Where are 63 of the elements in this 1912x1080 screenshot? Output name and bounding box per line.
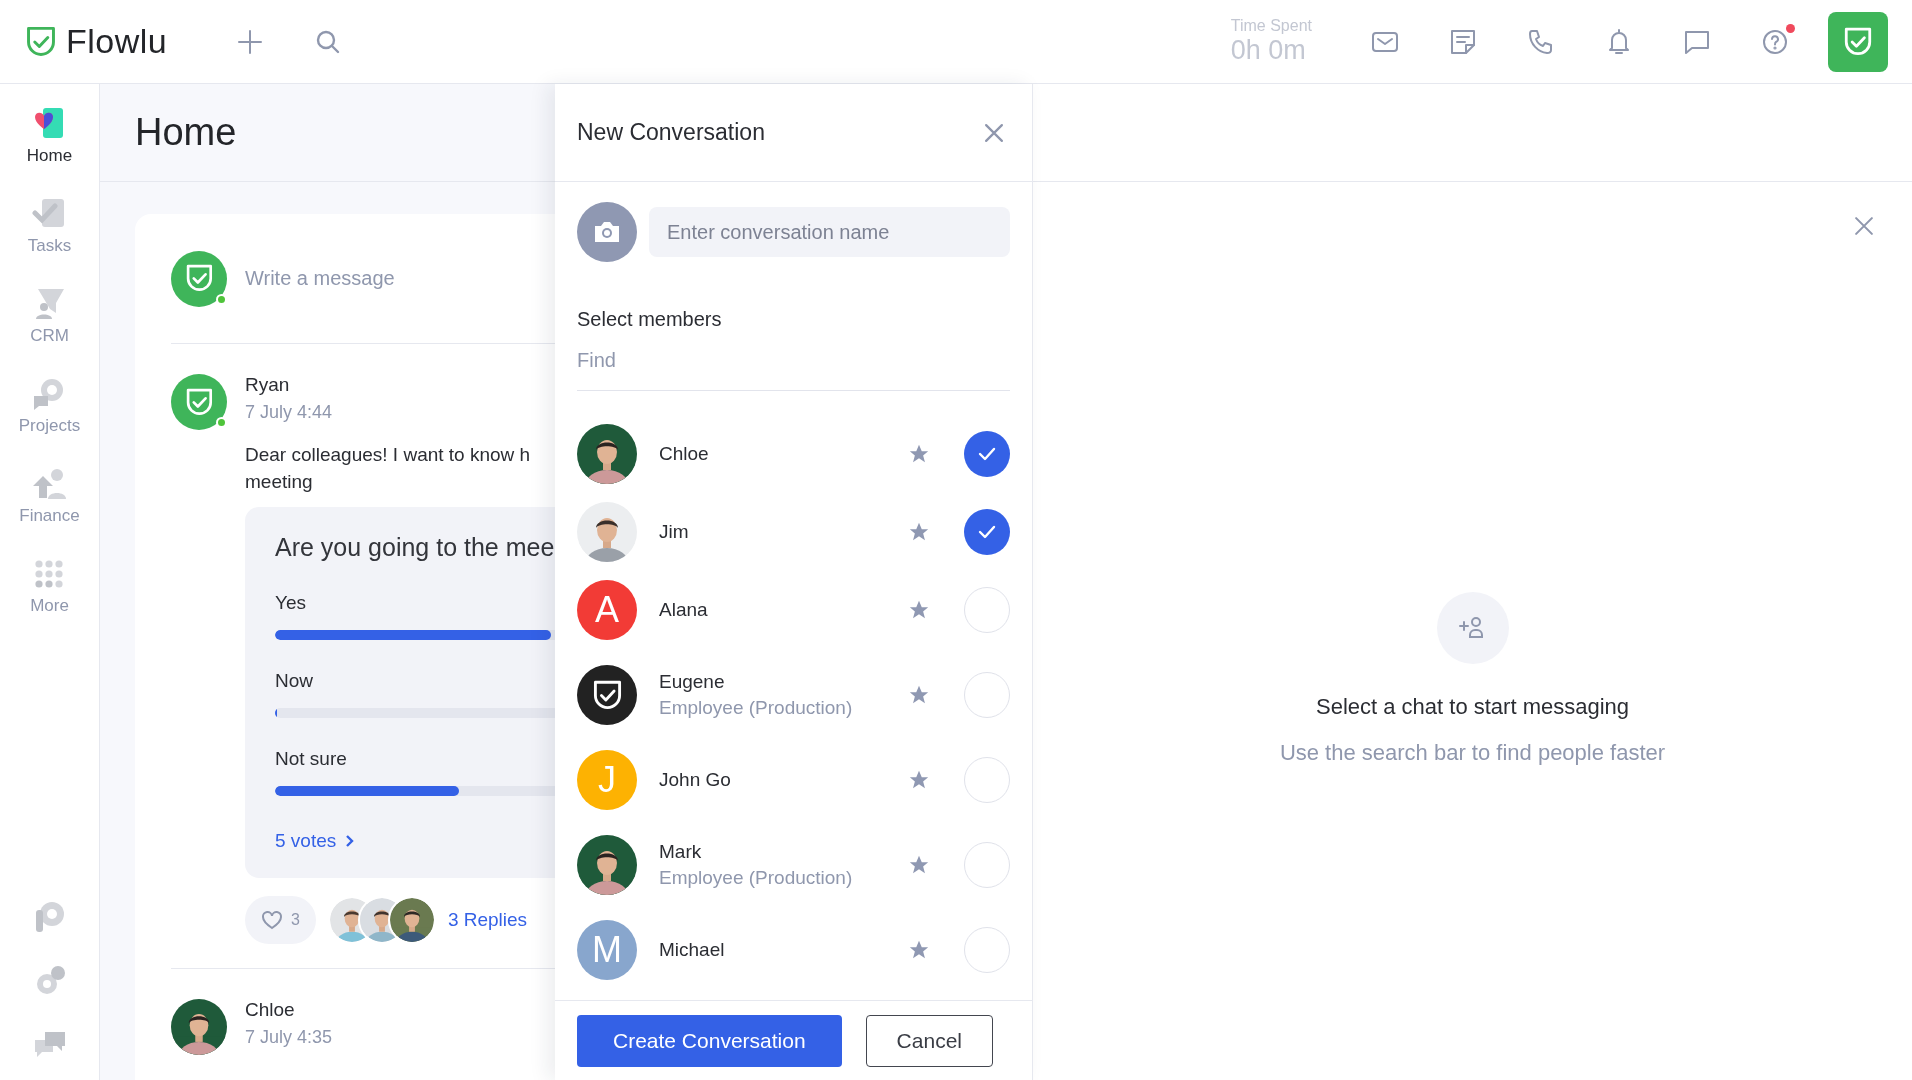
star-icon[interactable] [908, 684, 930, 706]
empty-state-title: Select a chat to start messaging [1315, 694, 1630, 720]
star-icon[interactable] [908, 599, 930, 621]
member-row[interactable]: Eugene Employee (Production) [577, 649, 1010, 741]
logo-text: Flowlu [66, 22, 168, 61]
poll-option[interactable]: Not sure [275, 748, 555, 770]
time-spent-label: Time Spent [1230, 17, 1312, 35]
star-icon[interactable] [908, 769, 930, 791]
section-label: Select members [577, 308, 723, 331]
member-name: Jim [659, 521, 690, 543]
member-row[interactable]: J John Go [577, 741, 1010, 819]
avatar-initial: J [577, 750, 637, 810]
shield-check-icon [1842, 25, 1874, 58]
page-title: Home [135, 111, 237, 154]
poll-question: Are you going to the mee [275, 533, 555, 562]
member-name: Eugene [659, 671, 726, 693]
star-icon[interactable] [908, 521, 930, 543]
camera-icon [592, 219, 622, 245]
profile-button[interactable] [1828, 11, 1888, 72]
logo-icon [24, 24, 58, 59]
post-author: Ryan [245, 374, 291, 396]
member-name: Alana [659, 599, 709, 621]
member-name: Chloe [659, 443, 710, 465]
star-icon[interactable] [908, 854, 930, 876]
member-checkbox[interactable] [964, 509, 1010, 555]
sidebar-item[interactable]: Home [26, 106, 73, 196]
member-name: Michael [659, 939, 726, 961]
member-checkbox[interactable] [964, 672, 1010, 718]
member-row[interactable]: M Michael [577, 911, 1010, 989]
panel-title: New Conversation [577, 119, 765, 146]
poll-option[interactable]: Yes [275, 592, 555, 614]
votes-link[interactable]: 5 votes [275, 830, 357, 852]
member-row[interactable]: Jim [577, 493, 1010, 571]
create-button[interactable]: Create Conversation [577, 1014, 842, 1067]
member-role: Employee (Production) [659, 697, 854, 719]
replies-link[interactable]: 3 Replies [447, 909, 528, 931]
member-checkbox[interactable] [964, 927, 1010, 973]
member-checkbox[interactable] [964, 587, 1010, 633]
member-role: Employee (Production) [659, 867, 854, 889]
avatar-initial: M [577, 920, 637, 980]
poll-option[interactable]: Now [275, 670, 555, 692]
member-row[interactable]: Chloe [577, 415, 1010, 493]
star-icon[interactable] [908, 443, 930, 465]
member-checkbox[interactable] [964, 431, 1010, 477]
cancel-button[interactable]: Cancel [865, 1014, 993, 1067]
empty-state-hint: Use the search bar to find people faster [1279, 740, 1666, 766]
photo-button[interactable] [577, 202, 637, 262]
avatar-initial: A [577, 580, 637, 640]
post-time: 7 July 4:44 [245, 402, 334, 423]
member-name: John Go [659, 769, 732, 791]
finance-icon [31, 466, 68, 502]
member-checkbox[interactable] [964, 757, 1010, 803]
member-name: Mark [659, 841, 703, 863]
heart-icon [261, 910, 283, 930]
conversation-name-field[interactable]: Enter conversation name [649, 207, 1010, 257]
post-author: Chloe [245, 999, 296, 1021]
post-text: Dear colleagues! I want to know h meeting [245, 443, 532, 494]
member-checkbox[interactable] [964, 842, 1010, 888]
star-icon[interactable] [908, 939, 930, 961]
post-time: 7 July 4:35 [245, 1027, 333, 1048]
time-spent-value: 0h 0m [1230, 35, 1307, 66]
member-row[interactable]: Mark Employee (Production) [577, 819, 1010, 911]
member-row[interactable]: A Alana [577, 571, 1010, 649]
